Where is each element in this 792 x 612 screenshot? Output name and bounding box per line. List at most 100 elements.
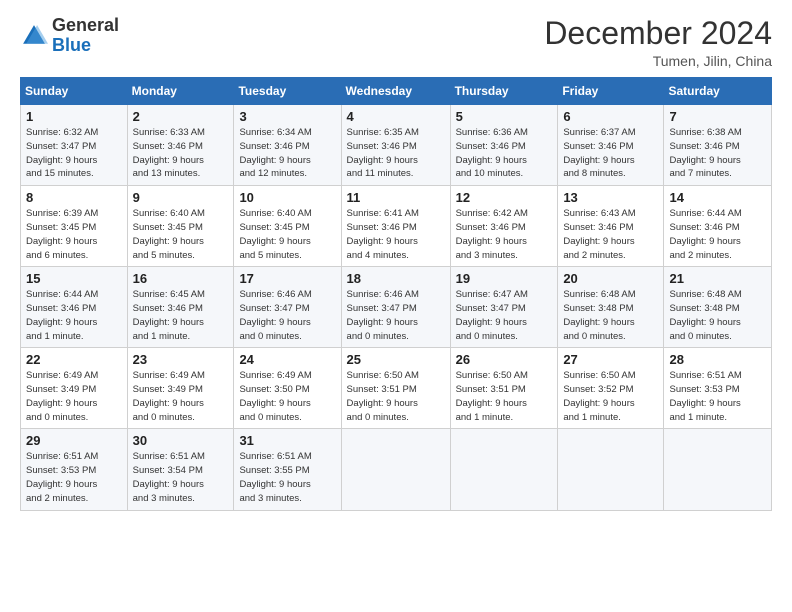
calendar-cell: 17Sunrise: 6:46 AMSunset: 3:47 PMDayligh… [234,267,341,348]
day-number: 23 [133,352,229,367]
day-detail: Sunrise: 6:33 AMSunset: 3:46 PMDaylight:… [133,126,229,181]
calendar-cell: 25 Sunrise: 6:50 AMSunset: 3:51 PMDayligh… [341,348,450,429]
day-number: 15 [26,271,122,286]
day-number: 21 [669,271,766,286]
day-number: 14 [669,190,766,205]
day-number: 3 [239,109,335,124]
day-number: 24 [239,352,335,367]
calendar-week-row: 22 Sunrise: 6:49 AMSunset: 3:49 PMDayligh… [21,348,772,429]
day-detail: Sunrise: 6:43 AMSunset: 3:46 PMDaylight:… [563,207,658,262]
subtitle: Tumen, Jilin, China [544,53,772,69]
calendar-week-row: 1 Sunrise: 6:32 AMSunset: 3:47 PMDaylight… [21,105,772,186]
day-number: 28 [669,352,766,367]
day-detail: Sunrise: 6:41 AMSunset: 3:46 PMDaylight:… [347,207,445,262]
calendar-cell: 2Sunrise: 6:33 AMSunset: 3:46 PMDaylight… [127,105,234,186]
calendar-cell: 3 Sunrise: 6:34 AMSunset: 3:46 PMDaylight… [234,105,341,186]
day-number: 22 [26,352,122,367]
calendar-week-row: 15Sunrise: 6:44 AMSunset: 3:46 PMDayligh… [21,267,772,348]
calendar-cell: 30 Sunrise: 6:51 AMSunset: 3:54 PMDayligh… [127,429,234,510]
day-number: 19 [456,271,553,286]
day-number: 25 [347,352,445,367]
calendar-cell: 19Sunrise: 6:47 AMSunset: 3:47 PMDayligh… [450,267,558,348]
day-number: 1 [26,109,122,124]
day-detail: Sunrise: 6:51 AMSunset: 3:54 PMDaylight:… [133,450,229,505]
calendar-cell: 15Sunrise: 6:44 AMSunset: 3:46 PMDayligh… [21,267,128,348]
day-number: 11 [347,190,445,205]
day-detail: Sunrise: 6:49 AMSunset: 3:49 PMDaylight:… [26,369,122,424]
day-detail: Sunrise: 6:51 AMSunset: 3:53 PMDaylight:… [26,450,122,505]
day-number: 8 [26,190,122,205]
logo-general-text: General [52,15,119,35]
day-detail: Sunrise: 6:34 AMSunset: 3:46 PMDaylight:… [239,126,335,181]
calendar-cell: 27 Sunrise: 6:50 AMSunset: 3:52 PMDayligh… [558,348,664,429]
calendar-cell: 4 Sunrise: 6:35 AMSunset: 3:46 PMDaylight… [341,105,450,186]
logo-icon [20,22,48,50]
day-detail: Sunrise: 6:48 AMSunset: 3:48 PMDaylight:… [563,288,658,343]
calendar-cell: 10 Sunrise: 6:40 AMSunset: 3:45 PMDayligh… [234,186,341,267]
day-detail: Sunrise: 6:45 AMSunset: 3:46 PMDaylight:… [133,288,229,343]
logo-blue-text: Blue [52,35,91,55]
calendar-cell: 7 Sunrise: 6:38 AMSunset: 3:46 PMDaylight… [664,105,772,186]
calendar-cell [450,429,558,510]
calendar-cell: 23Sunrise: 6:49 AMSunset: 3:49 PMDayligh… [127,348,234,429]
calendar-table: SundayMondayTuesdayWednesdayThursdayFrid… [20,77,772,510]
day-number: 31 [239,433,335,448]
day-number: 30 [133,433,229,448]
day-detail: Sunrise: 6:32 AMSunset: 3:47 PMDaylight:… [26,126,122,181]
day-detail: Sunrise: 6:50 AMSunset: 3:52 PMDaylight:… [563,369,658,424]
day-detail: Sunrise: 6:42 AMSunset: 3:46 PMDaylight:… [456,207,553,262]
calendar-cell: 5Sunrise: 6:36 AMSunset: 3:46 PMDaylight… [450,105,558,186]
day-detail: Sunrise: 6:38 AMSunset: 3:46 PMDaylight:… [669,126,766,181]
weekday-header-sunday: Sunday [21,78,128,105]
day-detail: Sunrise: 6:35 AMSunset: 3:46 PMDaylight:… [347,126,445,181]
calendar-cell: 22 Sunrise: 6:49 AMSunset: 3:49 PMDayligh… [21,348,128,429]
calendar-week-row: 29 Sunrise: 6:51 AMSunset: 3:53 PMDayligh… [21,429,772,510]
day-number: 29 [26,433,122,448]
day-number: 9 [133,190,229,205]
day-number: 7 [669,109,766,124]
day-detail: Sunrise: 6:36 AMSunset: 3:46 PMDaylight:… [456,126,553,181]
calendar-cell: 13 Sunrise: 6:43 AMSunset: 3:46 PMDayligh… [558,186,664,267]
calendar-cell [664,429,772,510]
day-number: 26 [456,352,553,367]
calendar-week-row: 8Sunrise: 6:39 AMSunset: 3:45 PMDaylight… [21,186,772,267]
weekday-header-friday: Friday [558,78,664,105]
calendar-cell: 11 Sunrise: 6:41 AMSunset: 3:46 PMDayligh… [341,186,450,267]
day-number: 12 [456,190,553,205]
calendar-cell [558,429,664,510]
page: General Blue December 2024 Tumen, Jilin,… [0,0,792,612]
day-detail: Sunrise: 6:46 AMSunset: 3:47 PMDaylight:… [347,288,445,343]
calendar-cell: 14 Sunrise: 6:44 AMSunset: 3:46 PMDayligh… [664,186,772,267]
calendar-cell: 18Sunrise: 6:46 AMSunset: 3:47 PMDayligh… [341,267,450,348]
logo: General Blue [20,16,119,56]
day-detail: Sunrise: 6:50 AMSunset: 3:51 PMDaylight:… [347,369,445,424]
day-detail: Sunrise: 6:46 AMSunset: 3:47 PMDaylight:… [239,288,335,343]
calendar-cell: 20 Sunrise: 6:48 AMSunset: 3:48 PMDayligh… [558,267,664,348]
day-detail: Sunrise: 6:51 AMSunset: 3:55 PMDaylight:… [239,450,335,505]
calendar-cell: 12 Sunrise: 6:42 AMSunset: 3:46 PMDayligh… [450,186,558,267]
calendar-cell: 21 Sunrise: 6:48 AMSunset: 3:48 PMDayligh… [664,267,772,348]
day-detail: Sunrise: 6:40 AMSunset: 3:45 PMDaylight:… [239,207,335,262]
weekday-header-tuesday: Tuesday [234,78,341,105]
day-number: 4 [347,109,445,124]
day-number: 27 [563,352,658,367]
day-detail: Sunrise: 6:51 AMSunset: 3:53 PMDaylight:… [669,369,766,424]
calendar-cell: 6Sunrise: 6:37 AMSunset: 3:46 PMDaylight… [558,105,664,186]
day-number: 13 [563,190,658,205]
calendar-cell: 24 Sunrise: 6:49 AMSunset: 3:50 PMDayligh… [234,348,341,429]
day-detail: Sunrise: 6:48 AMSunset: 3:48 PMDaylight:… [669,288,766,343]
day-detail: Sunrise: 6:49 AMSunset: 3:50 PMDaylight:… [239,369,335,424]
weekday-header-monday: Monday [127,78,234,105]
calendar-cell: 29 Sunrise: 6:51 AMSunset: 3:53 PMDayligh… [21,429,128,510]
day-number: 20 [563,271,658,286]
day-detail: Sunrise: 6:44 AMSunset: 3:46 PMDaylight:… [669,207,766,262]
header: General Blue December 2024 Tumen, Jilin,… [20,16,772,69]
calendar-cell: 26Sunrise: 6:50 AMSunset: 3:51 PMDayligh… [450,348,558,429]
day-number: 10 [239,190,335,205]
calendar-cell: 31 Sunrise: 6:51 AMSunset: 3:55 PMDayligh… [234,429,341,510]
calendar-cell: 28 Sunrise: 6:51 AMSunset: 3:53 PMDayligh… [664,348,772,429]
weekday-header-thursday: Thursday [450,78,558,105]
weekday-header-saturday: Saturday [664,78,772,105]
calendar-cell: 1 Sunrise: 6:32 AMSunset: 3:47 PMDaylight… [21,105,128,186]
calendar-header-row: SundayMondayTuesdayWednesdayThursdayFrid… [21,78,772,105]
